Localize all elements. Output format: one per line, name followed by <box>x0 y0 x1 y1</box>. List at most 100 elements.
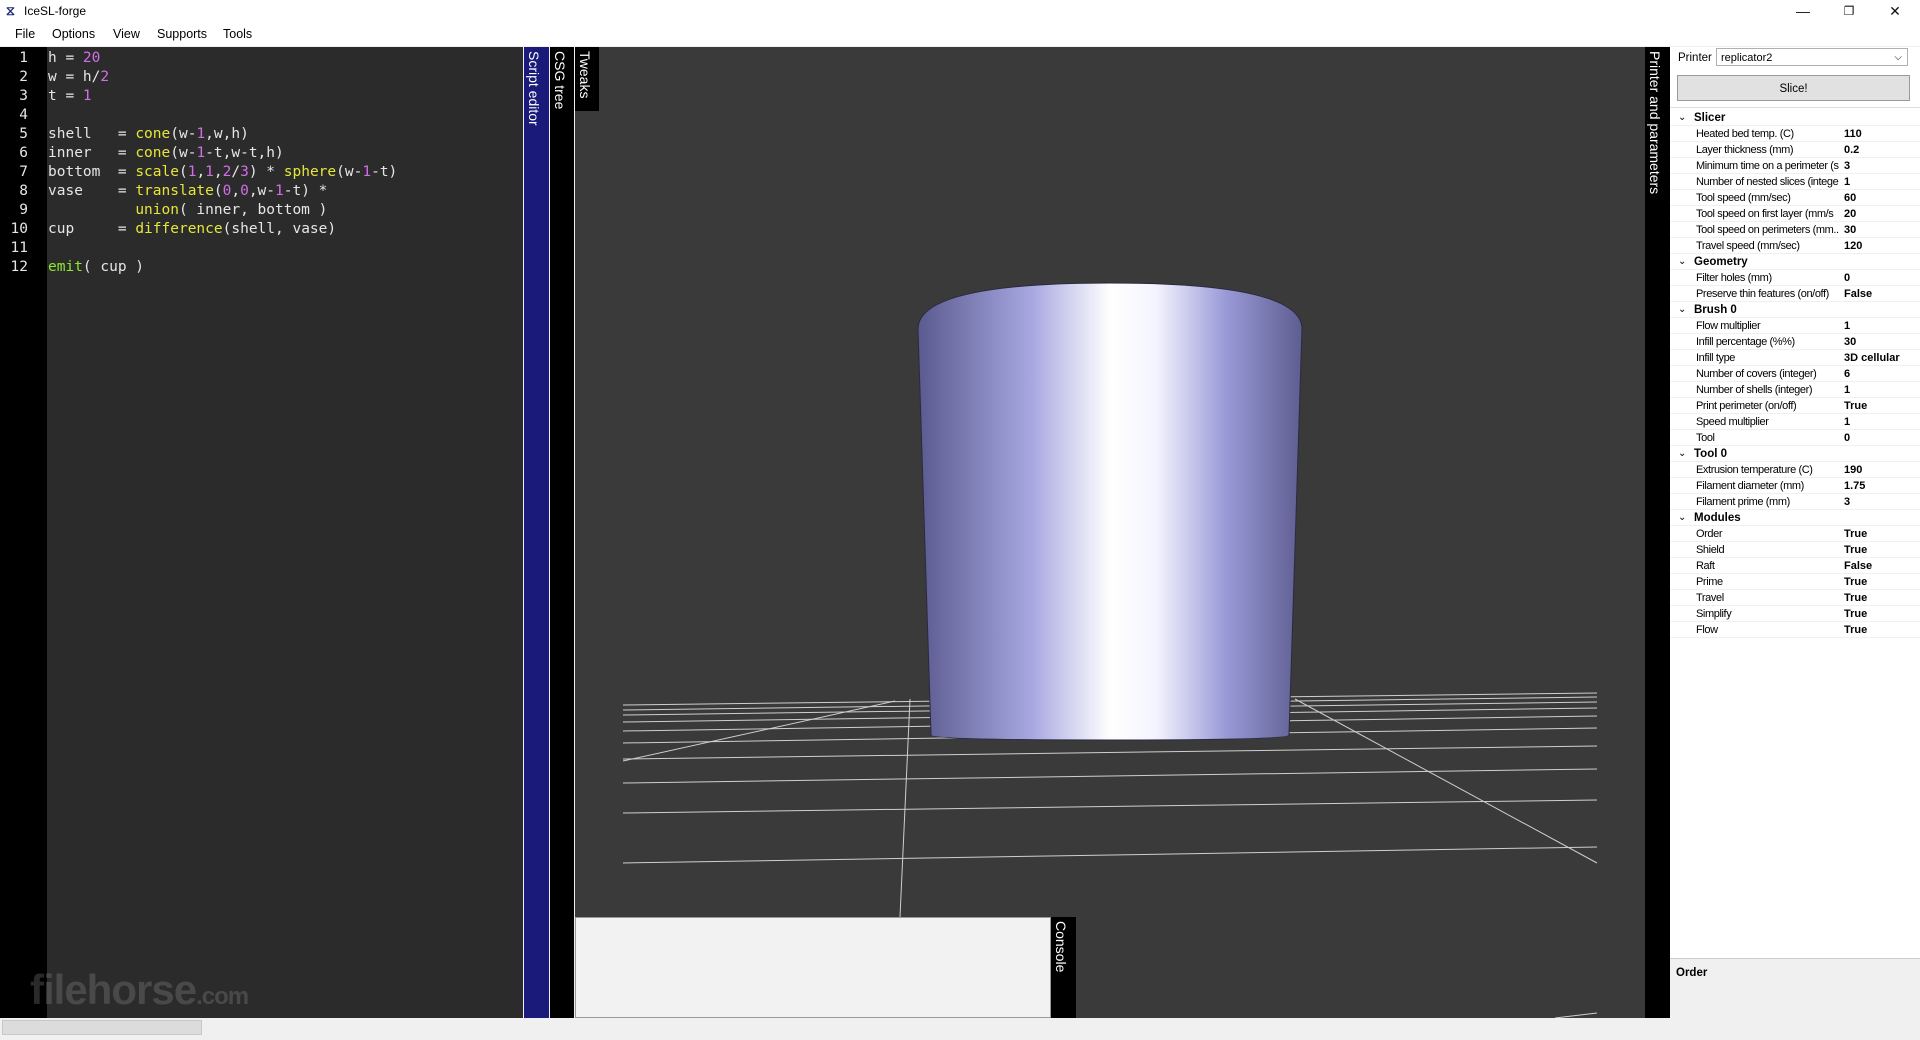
console-output[interactable] <box>575 917 1051 1018</box>
param-value[interactable]: True <box>1844 622 1867 638</box>
param-row[interactable]: Infill type 3D cellular <box>1670 350 1920 366</box>
param-row[interactable]: Shield True <box>1670 542 1920 558</box>
param-name: Tool speed (mm/sec) <box>1696 192 1791 204</box>
param-row[interactable]: Infill percentage (%%) 30 <box>1670 334 1920 350</box>
param-value[interactable]: 20 <box>1844 206 1856 222</box>
param-value[interactable]: True <box>1844 606 1867 622</box>
param-value[interactable]: 1 <box>1844 318 1850 334</box>
code-line[interactable]: inner = cone(w-1-t,w-t,h) <box>48 144 284 163</box>
param-row[interactable]: Extrusion temperature (C) 190 <box>1670 462 1920 478</box>
param-value[interactable]: True <box>1844 574 1867 590</box>
maximize-button[interactable]: ❐ <box>1826 0 1872 22</box>
param-row[interactable]: Prime True <box>1670 574 1920 590</box>
param-row[interactable]: Filament diameter (mm) 1.75 <box>1670 478 1920 494</box>
param-name: Simplify <box>1696 608 1732 620</box>
printer-select[interactable]: replicator2 ⌵ <box>1716 48 1908 66</box>
menu-tools[interactable]: Tools <box>223 27 252 41</box>
code-line[interactable]: vase = translate(0,0,w-1-t) * <box>48 182 327 201</box>
slice-button[interactable]: Slice! <box>1677 75 1910 101</box>
param-section-header[interactable]: ⌄ Tool 0 <box>1670 446 1920 462</box>
code-line[interactable]: w = h/2 <box>48 68 109 87</box>
tab-csg-tree[interactable]: CSG tree <box>550 47 574 1018</box>
param-row[interactable]: Number of shells (integer) 1 <box>1670 382 1920 398</box>
3d-viewport[interactable] <box>575 47 1645 1018</box>
param-row[interactable]: Tool 0 <box>1670 430 1920 446</box>
param-value[interactable]: 0 <box>1844 430 1850 446</box>
code-line[interactable]: shell = cone(w-1,w,h) <box>48 125 249 144</box>
tab-script-editor[interactable]: Script editor <box>524 47 549 1018</box>
param-row[interactable]: Number of covers (integer) 6 <box>1670 366 1920 382</box>
param-value[interactable]: True <box>1844 542 1867 558</box>
close-button[interactable]: ✕ <box>1872 0 1918 22</box>
param-row[interactable]: Minimum time on a perimeter (s 3 <box>1670 158 1920 174</box>
horizontal-scrollbar[interactable] <box>2 1020 202 1035</box>
param-value[interactable]: False <box>1844 558 1872 574</box>
tab-console[interactable]: Console <box>1051 917 1076 1018</box>
param-section-header[interactable]: ⌄ Modules <box>1670 510 1920 526</box>
param-row[interactable]: Layer thickness (mm) 0.2 <box>1670 142 1920 158</box>
param-value[interactable]: True <box>1844 526 1867 542</box>
param-row[interactable]: Flow True <box>1670 622 1920 638</box>
param-value[interactable]: 1 <box>1844 174 1850 190</box>
param-name: Flow multiplier <box>1696 320 1761 332</box>
code-line[interactable]: h = 20 <box>48 49 100 68</box>
param-row[interactable]: Tool speed on perimeters (mm.. 30 <box>1670 222 1920 238</box>
param-name: Prime <box>1696 576 1723 588</box>
param-row[interactable]: Simplify True <box>1670 606 1920 622</box>
param-value[interactable]: 190 <box>1844 462 1862 478</box>
code-line[interactable]: cup = difference(shell, vase) <box>48 220 336 239</box>
param-value[interactable]: False <box>1844 286 1872 302</box>
param-value[interactable]: 120 <box>1844 238 1862 254</box>
param-value[interactable]: 1.75 <box>1844 478 1865 494</box>
param-value[interactable]: 3 <box>1844 494 1850 510</box>
param-value[interactable]: 3D cellular <box>1844 350 1900 366</box>
param-row[interactable]: Travel True <box>1670 590 1920 606</box>
param-value[interactable]: 0.2 <box>1844 142 1859 158</box>
param-section-header[interactable]: ⌄ Slicer <box>1670 110 1920 126</box>
param-row[interactable]: Heated bed temp. (C) 110 <box>1670 126 1920 142</box>
param-value[interactable]: True <box>1844 590 1867 606</box>
param-section-name: Tool 0 <box>1694 448 1728 460</box>
param-row[interactable]: Filter holes (mm) 0 <box>1670 270 1920 286</box>
param-value[interactable]: 3 <box>1844 158 1850 174</box>
line-number: 1 <box>19 50 28 66</box>
code-line[interactable]: union( inner, bottom ) <box>48 201 327 220</box>
param-row[interactable]: Number of nested slices (intege 1 <box>1670 174 1920 190</box>
param-value[interactable]: 30 <box>1844 334 1856 350</box>
tab-printer-parameters[interactable]: Printer and parameters <box>1645 47 1670 1018</box>
param-section-header[interactable]: ⌄ Brush 0 <box>1670 302 1920 318</box>
param-value[interactable]: 0 <box>1844 270 1850 286</box>
param-row[interactable]: Print perimeter (on/off) True <box>1670 398 1920 414</box>
menu-file[interactable]: File <box>15 27 35 41</box>
menu-bar: File Options View Supports Tools <box>0 22 1920 46</box>
menu-view[interactable]: View <box>113 27 140 41</box>
param-row[interactable]: Preserve thin features (on/off) False <box>1670 286 1920 302</box>
param-value[interactable]: 1 <box>1844 414 1850 430</box>
param-section-header[interactable]: ⌄ Geometry <box>1670 254 1920 270</box>
code-token: w = h/ <box>48 69 101 85</box>
param-row[interactable]: Speed multiplier 1 <box>1670 414 1920 430</box>
param-row[interactable]: Order True <box>1670 526 1920 542</box>
code-token: 1 <box>275 183 284 199</box>
param-value[interactable]: 1 <box>1844 382 1850 398</box>
code-token: -t) * <box>283 183 328 199</box>
param-value[interactable]: True <box>1844 398 1867 414</box>
script-editor[interactable]: 1 2 3 4 5 6 7 8 9 10 11 12 h = 20 w = h/2 t = 1 shell … <box>0 47 523 1018</box>
param-row[interactable]: Travel speed (mm/sec) 120 <box>1670 238 1920 254</box>
param-value[interactable]: 30 <box>1844 222 1856 238</box>
param-row[interactable]: Raft False <box>1670 558 1920 574</box>
param-row[interactable]: Filament prime (mm) 3 <box>1670 494 1920 510</box>
menu-supports[interactable]: Supports <box>157 27 207 41</box>
tab-tweaks[interactable]: Tweaks <box>575 47 599 111</box>
param-value[interactable]: 110 <box>1844 126 1862 142</box>
minimize-button[interactable]: — <box>1780 0 1826 22</box>
param-value[interactable]: 6 <box>1844 366 1850 382</box>
code-line[interactable]: emit( cup ) <box>48 258 144 277</box>
param-row[interactable]: Tool speed on first layer (mm/s 20 <box>1670 206 1920 222</box>
param-row[interactable]: Tool speed (mm/sec) 60 <box>1670 190 1920 206</box>
param-value[interactable]: 60 <box>1844 190 1856 206</box>
code-line[interactable]: bottom = scale(1,1,2/3) * sphere(w-1-t) <box>48 163 397 182</box>
menu-options[interactable]: Options <box>52 27 95 41</box>
param-row[interactable]: Flow multiplier 1 <box>1670 318 1920 334</box>
code-line[interactable]: t = 1 <box>48 87 92 106</box>
